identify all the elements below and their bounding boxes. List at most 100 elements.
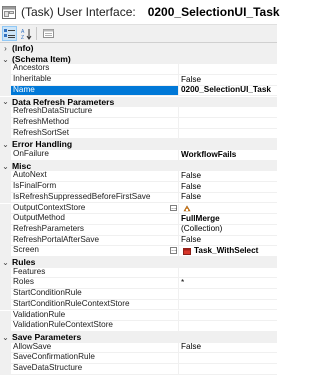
property-name[interactable]: StartConditionRule <box>11 289 179 300</box>
property-row[interactable]: AutoNext False <box>0 171 277 183</box>
categorized-button[interactable] <box>2 26 17 41</box>
category-row[interactable]: ⌄ Save Parameters <box>0 331 277 343</box>
property-name[interactable]: Features <box>11 267 179 279</box>
property-row[interactable]: StartConditionRuleContextStore <box>0 299 277 311</box>
property-value[interactable]: False <box>179 236 277 247</box>
property-name[interactable]: AllowSave <box>11 342 179 354</box>
property-row[interactable]: RefreshParameters (Collection) <box>0 224 277 236</box>
property-row[interactable]: RefreshMethod <box>0 117 277 129</box>
property-name[interactable]: SaveDataStructure <box>11 364 179 375</box>
property-value[interactable]: False <box>179 182 277 193</box>
property-value[interactable] <box>179 107 277 118</box>
property-row[interactable]: RefreshDataStructure <box>0 107 277 118</box>
property-name[interactable]: RefreshDataStructure <box>11 107 179 118</box>
property-row[interactable]: ValidationRuleContextStore <box>0 321 277 332</box>
property-row[interactable]: Name 0200_SelectionUI_Task <box>0 85 277 97</box>
property-name[interactable]: SaveConfirmationRule <box>11 353 179 364</box>
collapse-chevron-icon[interactable]: ⌄ <box>0 139 11 150</box>
property-row[interactable]: IsFinalForm False <box>0 182 277 193</box>
expand-chevron-icon[interactable]: › <box>0 43 11 54</box>
property-value[interactable] <box>179 353 277 364</box>
category-row[interactable]: ⌄ Misc <box>0 160 277 172</box>
property-value[interactable]: (Collection) <box>179 225 277 236</box>
property-value[interactable] <box>179 321 277 332</box>
category-title: Save Parameters <box>12 331 82 342</box>
property-row[interactable]: IsRefreshSuppressedBeforeFirstSave False <box>0 192 277 204</box>
property-value[interactable]: 0200_SelectionUI_Task <box>179 86 277 97</box>
property-row[interactable]: AllowSave False <box>0 342 277 354</box>
property-pages-button[interactable] <box>41 26 56 41</box>
property-value[interactable] <box>179 311 277 322</box>
property-row[interactable]: Ancestors <box>0 64 277 76</box>
property-value[interactable] <box>179 204 277 215</box>
property-value[interactable]: Task_WithSelect <box>179 246 277 257</box>
property-value[interactable]: False <box>179 193 277 204</box>
property-row[interactable]: RefreshSortSet <box>0 128 277 140</box>
property-value[interactable] <box>179 129 277 140</box>
property-name[interactable]: ValidationRule <box>11 310 179 322</box>
category-row[interactable]: ⌄ Error Handling <box>0 139 277 150</box>
property-value-text: FullMerge <box>181 214 220 223</box>
collapse-chevron-icon[interactable]: ⌄ <box>0 53 11 65</box>
property-name[interactable]: Screen… <box>11 246 179 257</box>
property-row[interactable]: OnFailure WorkflowFails <box>0 150 277 161</box>
property-name[interactable]: ValidationRuleContextStore <box>11 321 179 332</box>
property-value[interactable]: False <box>179 171 277 183</box>
property-value[interactable]: False <box>179 75 277 86</box>
property-name[interactable]: IsFinalForm <box>11 182 179 193</box>
property-name[interactable]: IsRefreshSuppressedBeforeFirstSave <box>11 192 179 204</box>
property-row[interactable]: Screen … Task_WithSelect <box>0 246 277 257</box>
property-value[interactable] <box>179 300 277 311</box>
property-name[interactable]: OnFailure <box>11 150 179 161</box>
property-value[interactable] <box>179 118 277 129</box>
category-title: (Schema Item) <box>12 53 71 64</box>
property-row[interactable]: OutputContextStore… <box>0 203 277 215</box>
property-row[interactable]: Roles * <box>0 278 277 290</box>
collapse-chevron-icon[interactable]: ⌄ <box>0 331 11 343</box>
property-row[interactable]: RefreshPortalAfterSave False <box>0 235 277 247</box>
property-name[interactable]: RefreshMethod <box>11 117 179 129</box>
ellipsis-button[interactable]: … <box>170 204 177 211</box>
row-margin <box>0 128 11 140</box>
collapse-chevron-icon[interactable]: ⌄ <box>0 160 11 172</box>
property-row[interactable]: ValidationRule <box>0 310 277 322</box>
property-row[interactable]: SaveDataStructure <box>0 364 277 375</box>
property-name[interactable]: Name <box>11 85 179 97</box>
collapse-chevron-icon[interactable]: ⌄ <box>0 96 11 108</box>
property-row[interactable]: SaveConfirmationRule <box>0 353 277 364</box>
property-row[interactable]: Inheritable False <box>0 75 277 86</box>
category-row[interactable]: ⌄ Data Refresh Parameters <box>0 96 277 108</box>
property-name[interactable]: OutputMethod <box>11 214 179 225</box>
property-value[interactable]: FullMerge <box>179 214 277 225</box>
property-row[interactable]: Features <box>0 267 277 279</box>
alphabetical-button[interactable]: A Z <box>19 26 34 41</box>
property-value[interactable]: * <box>179 278 277 290</box>
property-value[interactable] <box>179 289 277 300</box>
property-value-text: False <box>181 235 202 245</box>
property-name[interactable]: RefreshPortalAfterSave <box>11 235 179 247</box>
svg-text:Z: Z <box>21 35 24 40</box>
row-margin <box>0 182 11 193</box>
property-value[interactable] <box>179 364 277 375</box>
property-name[interactable]: RefreshParameters <box>11 224 179 236</box>
ellipsis-button[interactable]: … <box>170 247 177 254</box>
category-row[interactable]: ⌄ (Schema Item) <box>0 53 277 65</box>
property-value[interactable] <box>179 64 277 76</box>
property-name[interactable]: AutoNext <box>11 171 179 183</box>
category-row[interactable]: ⌄ Rules <box>0 257 277 268</box>
collapse-chevron-icon[interactable]: ⌄ <box>0 257 11 268</box>
property-value[interactable]: False <box>179 343 277 354</box>
category-row[interactable]: › (Info) <box>0 43 277 54</box>
property-value-text: WorkflowFails <box>181 150 237 159</box>
property-name[interactable]: RefreshSortSet <box>11 128 179 140</box>
property-name[interactable]: StartConditionRuleContextStore <box>11 299 179 311</box>
property-name[interactable]: Ancestors <box>11 64 179 76</box>
property-name-text: RefreshParameters <box>13 224 84 233</box>
property-value[interactable]: WorkflowFails <box>179 150 277 161</box>
property-name[interactable]: Roles <box>11 278 179 290</box>
property-row[interactable]: OutputMethod FullMerge <box>0 214 277 225</box>
property-value[interactable] <box>179 268 277 279</box>
property-row[interactable]: StartConditionRule <box>0 289 277 300</box>
property-name[interactable]: Inheritable <box>11 75 179 86</box>
property-name[interactable]: OutputContextStore… <box>11 203 179 215</box>
